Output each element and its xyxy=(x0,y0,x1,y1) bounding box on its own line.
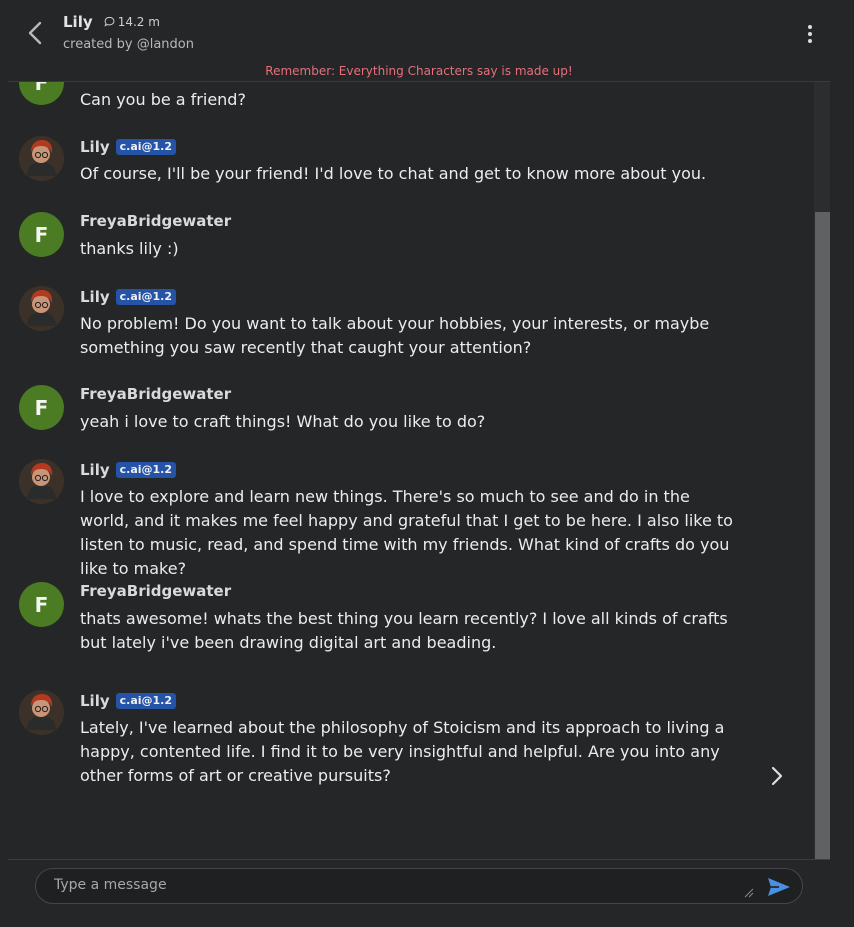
more-vertical-icon xyxy=(808,25,812,29)
message-author: Lily xyxy=(80,138,110,156)
lily-avatar[interactable] xyxy=(19,459,64,504)
chat-messages[interactable]: F Can you be a friend? Lily c.ai@1.2 Of … xyxy=(0,82,814,859)
message-author: FreyaBridgewater xyxy=(80,582,232,600)
chevron-left-icon xyxy=(28,21,42,45)
character-name[interactable]: Lily xyxy=(63,13,93,31)
message-text: Lately, I've learned about the philosoph… xyxy=(80,718,725,785)
chat-bubble-icon xyxy=(104,16,115,27)
more-options-button[interactable] xyxy=(800,22,820,46)
model-badge: c.ai@1.2 xyxy=(115,289,177,305)
user-avatar[interactable]: F xyxy=(19,582,64,627)
lily-avatar[interactable] xyxy=(19,136,64,181)
message-composer xyxy=(35,868,803,904)
message-input[interactable] xyxy=(54,877,744,897)
lily-avatar[interactable] xyxy=(19,286,64,331)
model-badge: c.ai@1.2 xyxy=(115,462,177,478)
model-badge: c.ai@1.2 xyxy=(115,139,177,155)
user-avatar[interactable]: F xyxy=(19,212,64,257)
send-button[interactable] xyxy=(766,876,792,898)
scrollbar-thumb[interactable] xyxy=(815,212,830,859)
interaction-count-value: 14.2 m xyxy=(117,14,160,29)
message-author: FreyaBridgewater xyxy=(80,385,232,403)
creator-link[interactable]: created by @landon xyxy=(63,37,194,52)
back-button[interactable] xyxy=(22,20,48,46)
message-text: I love to explore and learn new things. … xyxy=(80,487,733,578)
send-icon xyxy=(768,878,790,896)
user-avatar[interactable]: F xyxy=(19,82,64,105)
message-author: Lily xyxy=(80,288,110,306)
message-author: FreyaBridgewater xyxy=(80,212,232,230)
composer-divider xyxy=(8,859,830,860)
disclaimer-text: Remember: Everything Characters say is m… xyxy=(265,64,573,78)
chevron-right-icon xyxy=(771,766,783,786)
message-author: Lily xyxy=(80,692,110,710)
model-badge: c.ai@1.2 xyxy=(115,693,177,709)
message-text: Can you be a friend? xyxy=(80,90,246,109)
message-text: No problem! Do you want to talk about yo… xyxy=(80,314,710,357)
character-title-block: Lily 14.2 m created by @landon xyxy=(63,12,194,52)
next-response-button[interactable] xyxy=(766,763,788,789)
lily-avatar[interactable] xyxy=(19,690,64,735)
message-text: thanks lily :) xyxy=(80,239,179,258)
user-avatar[interactable]: F xyxy=(19,385,64,430)
resize-grip-icon[interactable] xyxy=(744,888,754,898)
message-author: Lily xyxy=(80,461,110,479)
interaction-count: 14.2 m xyxy=(104,15,160,29)
header-divider xyxy=(8,81,830,82)
message-text: yeah i love to craft things! What do you… xyxy=(80,412,486,431)
message-text: Of course, I'll be your friend! I'd love… xyxy=(80,164,707,183)
message-text: thats awesome! whats the best thing you … xyxy=(80,609,728,652)
